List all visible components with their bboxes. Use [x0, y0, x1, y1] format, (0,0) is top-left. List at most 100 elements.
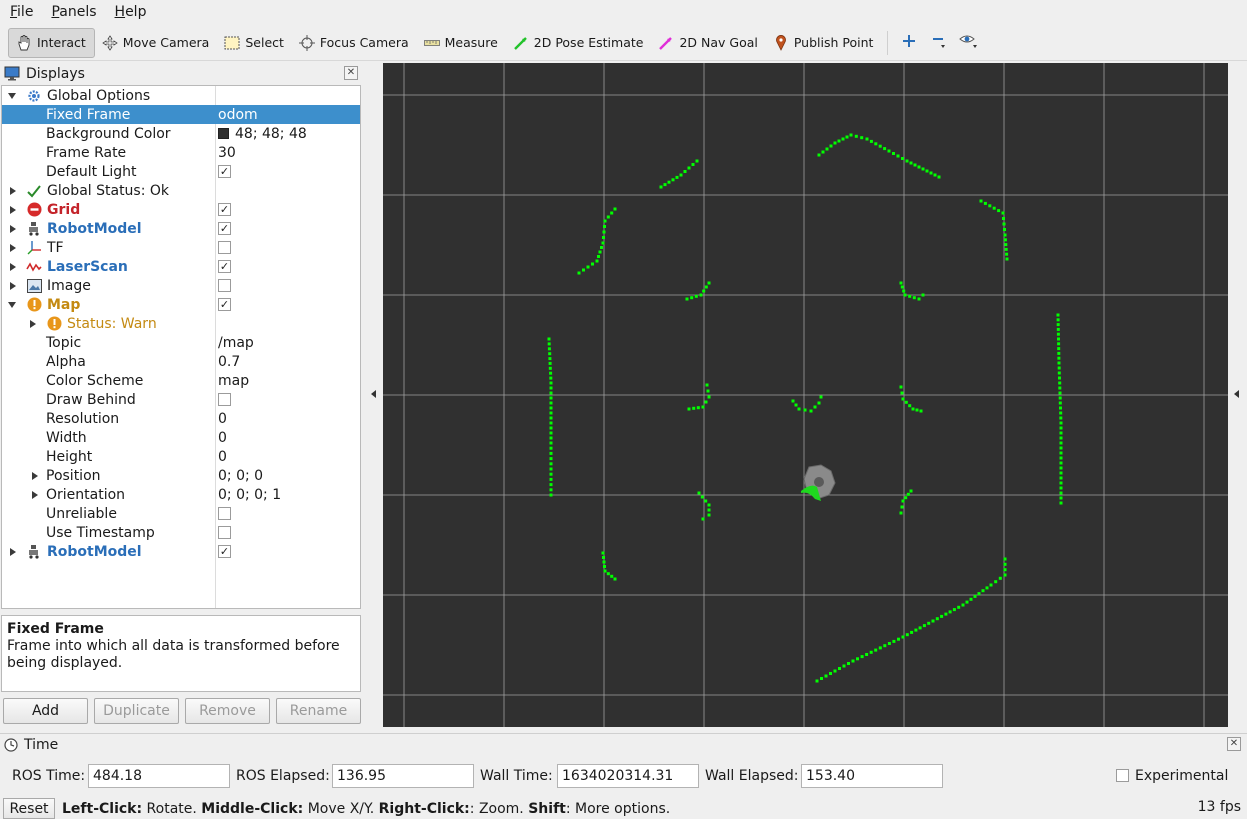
- display-buttons: Add Duplicate Remove Rename: [3, 698, 361, 724]
- laser-point: [1059, 446, 1063, 450]
- laser-scan-checkbox[interactable]: ✓: [218, 260, 231, 273]
- expand-arrow-icon[interactable]: [10, 225, 16, 233]
- tree-row-image[interactable]: Image: [2, 276, 360, 295]
- wall-elapsed-field[interactable]: 153.40: [801, 764, 943, 788]
- expand-arrow-icon[interactable]: [8, 93, 16, 99]
- tree-row-frame-rate[interactable]: Frame Rate 30: [2, 143, 360, 162]
- topic-value[interactable]: /map: [218, 335, 254, 351]
- tree-row-resolution[interactable]: Resolution 0: [2, 409, 360, 428]
- unreliable-checkbox[interactable]: [218, 507, 231, 520]
- tree-row-laser-scan[interactable]: LaserScan ✓: [2, 257, 360, 276]
- background-color-value[interactable]: 48; 48; 48: [218, 126, 307, 142]
- tree-row-height[interactable]: Height 0: [2, 447, 360, 466]
- map-checkbox[interactable]: ✓: [218, 298, 231, 311]
- tree-row-color-scheme[interactable]: Color Scheme map: [2, 371, 360, 390]
- tree-row-map[interactable]: Map ✓: [2, 295, 360, 314]
- expand-arrow-icon[interactable]: [10, 244, 16, 252]
- tree-row-robot-model-2[interactable]: RobotModel ✓: [2, 542, 360, 561]
- tree-row-use-timestamp[interactable]: Use Timestamp: [2, 523, 360, 542]
- tree-row-map-status[interactable]: Status: Warn: [2, 314, 360, 333]
- robot-icon: [26, 221, 42, 237]
- image-checkbox[interactable]: [218, 279, 231, 292]
- measure-tool-button[interactable]: Measure: [417, 28, 506, 58]
- frame-rate-value[interactable]: 30: [218, 145, 236, 161]
- add-tool-button[interactable]: [894, 28, 924, 58]
- nav-goal-tool-button[interactable]: 2D Nav Goal: [651, 28, 765, 58]
- laser-point: [659, 185, 663, 189]
- duplicate-button[interactable]: Duplicate: [94, 698, 179, 724]
- green-arrow-icon: [512, 35, 530, 51]
- experimental-checkbox[interactable]: [1116, 769, 1129, 782]
- laser-point: [1057, 361, 1061, 365]
- laser-point: [549, 386, 553, 390]
- move-camera-tool-button[interactable]: Move Camera: [95, 28, 218, 58]
- time-close-button[interactable]: ✕: [1227, 737, 1241, 751]
- views-tool-button[interactable]: [954, 28, 984, 58]
- alpha-value[interactable]: 0.7: [218, 354, 240, 370]
- expand-arrow-icon[interactable]: [10, 548, 16, 556]
- tree-row-global-status[interactable]: Global Status: Ok: [2, 181, 360, 200]
- tree-row-width[interactable]: Width 0: [2, 428, 360, 447]
- resolution-value[interactable]: 0: [218, 411, 227, 427]
- fixed-frame-value[interactable]: odom: [218, 107, 258, 123]
- ros-time-field[interactable]: 484.18: [88, 764, 230, 788]
- tree-row-topic[interactable]: Topic /map: [2, 333, 360, 352]
- draw-behind-checkbox[interactable]: [218, 393, 231, 406]
- expand-arrow-icon[interactable]: [30, 320, 36, 328]
- menu-file[interactable]: File: [6, 2, 37, 22]
- tree-row-draw-behind[interactable]: Draw Behind: [2, 390, 360, 409]
- interact-tool-button[interactable]: Interact: [8, 27, 95, 58]
- render-viewport[interactable]: [383, 63, 1228, 727]
- grid-checkbox[interactable]: ✓: [218, 203, 231, 216]
- wall-time-field[interactable]: 1634020314.31: [557, 764, 699, 788]
- scene-canvas[interactable]: [383, 63, 1228, 727]
- tree-row-global-options[interactable]: Global Options: [2, 86, 360, 105]
- tree-row-position[interactable]: Position 0; 0; 0: [2, 466, 360, 485]
- tree-row-robot-model[interactable]: RobotModel ✓: [2, 219, 360, 238]
- expand-arrow-icon[interactable]: [10, 206, 16, 214]
- time-title: Time: [24, 737, 59, 753]
- expand-arrow-icon[interactable]: [8, 302, 16, 308]
- tree-row-default-light[interactable]: Default Light ✓: [2, 162, 360, 181]
- expand-arrow-icon[interactable]: [10, 282, 16, 290]
- laser-point: [1059, 471, 1063, 475]
- grid-lines: [383, 63, 1228, 727]
- orientation-value[interactable]: 0; 0; 0; 1: [218, 487, 281, 503]
- reset-button[interactable]: Reset: [3, 798, 55, 819]
- tree-row-tf[interactable]: TF: [2, 238, 360, 257]
- tree-row-unreliable[interactable]: Unreliable: [2, 504, 360, 523]
- publish-point-tool-button[interactable]: Publish Point: [766, 28, 882, 58]
- tree-row-alpha[interactable]: Alpha 0.7: [2, 352, 360, 371]
- displays-close-button[interactable]: ✕: [344, 66, 358, 80]
- default-light-checkbox[interactable]: ✓: [218, 165, 231, 178]
- pose-estimate-tool-button[interactable]: 2D Pose Estimate: [506, 28, 652, 58]
- expand-arrow-icon[interactable]: [10, 187, 16, 195]
- laser-point: [549, 457, 553, 461]
- left-panel-collapse-strip[interactable]: [363, 63, 383, 731]
- robot-model-2-checkbox[interactable]: ✓: [218, 545, 231, 558]
- color-scheme-value[interactable]: map: [218, 373, 249, 389]
- expand-arrow-icon[interactable]: [10, 263, 16, 271]
- expand-arrow-icon[interactable]: [32, 472, 38, 480]
- tree-row-orientation[interactable]: Orientation 0; 0; 0; 1: [2, 485, 360, 504]
- height-value[interactable]: 0: [218, 449, 227, 465]
- tree-row-fixed-frame[interactable]: Fixed Frame odom: [2, 105, 360, 124]
- remove-tool-button[interactable]: [924, 28, 954, 58]
- rename-button[interactable]: Rename: [276, 698, 361, 724]
- position-value[interactable]: 0; 0; 0: [218, 468, 263, 484]
- robot-model-checkbox[interactable]: ✓: [218, 222, 231, 235]
- add-button[interactable]: Add: [3, 698, 88, 724]
- select-tool-button[interactable]: Select: [217, 28, 292, 58]
- focus-camera-tool-button[interactable]: Focus Camera: [292, 28, 417, 58]
- menu-help[interactable]: Help: [111, 2, 151, 22]
- remove-button[interactable]: Remove: [185, 698, 270, 724]
- expand-arrow-icon[interactable]: [32, 491, 38, 499]
- tf-checkbox[interactable]: [218, 241, 231, 254]
- tree-row-background-color[interactable]: Background Color 48; 48; 48: [2, 124, 360, 143]
- width-value[interactable]: 0: [218, 430, 227, 446]
- use-timestamp-checkbox[interactable]: [218, 526, 231, 539]
- right-panel-collapse-strip[interactable]: [1228, 63, 1247, 731]
- tree-row-grid[interactable]: Grid ✓: [2, 200, 360, 219]
- ros-elapsed-field[interactable]: 136.95: [332, 764, 474, 788]
- menu-panels[interactable]: Panels: [47, 2, 100, 22]
